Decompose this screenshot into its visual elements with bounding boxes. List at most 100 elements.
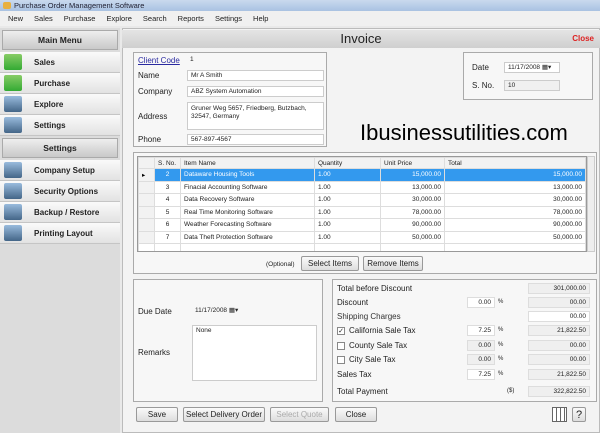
cell[interactable]: 78,000.00 bbox=[444, 205, 586, 219]
col-quantity[interactable]: Quantity bbox=[314, 157, 381, 169]
cell[interactable]: 7 bbox=[154, 230, 181, 244]
items-grid[interactable]: S. No. Item Name Quantity Unit Price Total ▸… bbox=[137, 156, 587, 252]
calculator-icon[interactable] bbox=[552, 407, 567, 422]
shipping-value[interactable]: 00.00 bbox=[528, 311, 590, 322]
row-selector[interactable] bbox=[138, 205, 155, 219]
cell[interactable]: 90,000.00 bbox=[444, 218, 586, 232]
menu-settings[interactable]: Settings bbox=[215, 11, 242, 26]
company-field[interactable]: ABZ System Automation bbox=[187, 86, 324, 97]
sidebar-item-printing-layout[interactable]: Printing Layout bbox=[0, 223, 120, 244]
client-code-field[interactable]: 1 bbox=[187, 55, 324, 66]
ca-checkbox[interactable]: ✓ bbox=[337, 326, 345, 335]
cell[interactable]: 1.00 bbox=[314, 205, 381, 219]
sidebar-item-purchase[interactable]: Purchase bbox=[0, 73, 120, 94]
discount-percent-field[interactable]: 0.00 bbox=[467, 297, 495, 308]
cell[interactable]: 13,000.00 bbox=[444, 180, 586, 194]
table-row[interactable]: 5 Real Time Monitoring Software 1.00 78,000… bbox=[138, 205, 586, 219]
select-delivery-order-button[interactable]: Select Delivery Order bbox=[183, 407, 265, 422]
calendar-icon[interactable]: ▦▾ bbox=[229, 307, 238, 314]
cell[interactable]: 5 bbox=[154, 205, 181, 219]
cell[interactable]: 3 bbox=[154, 180, 181, 194]
shipping-label-text: Shipping Charges bbox=[337, 312, 401, 321]
col-unit-price[interactable]: Unit Price bbox=[380, 157, 445, 169]
cell[interactable]: 13,000.00 bbox=[380, 180, 445, 194]
sales_tax-label-text: Sales Tax bbox=[337, 370, 372, 379]
col-total[interactable]: Total bbox=[444, 157, 586, 169]
row-header bbox=[138, 157, 155, 169]
cell[interactable]: 90,000.00 bbox=[380, 218, 445, 232]
cell[interactable]: 4 bbox=[154, 193, 181, 207]
page-title: Invoice bbox=[340, 31, 382, 46]
address-field[interactable]: Gruner Weg 5657, Friedberg, Butzbach, 32… bbox=[187, 102, 324, 130]
sales_tax-percent-field[interactable]: 7.25 bbox=[467, 369, 495, 380]
row-selector[interactable] bbox=[138, 180, 155, 194]
settings-heading: Settings bbox=[2, 138, 118, 158]
cell[interactable]: 30,000.00 bbox=[444, 193, 586, 207]
county-checkbox[interactable] bbox=[337, 341, 345, 350]
menu-help[interactable]: Help bbox=[253, 11, 268, 26]
remove-items-button[interactable]: Remove Items bbox=[363, 256, 423, 271]
printer-icon bbox=[4, 225, 22, 241]
cell[interactable]: 1.00 bbox=[314, 218, 381, 232]
sidebar-item-company-setup[interactable]: Company Setup bbox=[0, 160, 120, 181]
ca-percent-field[interactable]: 7.25 bbox=[467, 325, 495, 336]
menu-search[interactable]: Search bbox=[143, 11, 167, 26]
close-link[interactable]: Close bbox=[572, 30, 594, 48]
city-checkbox[interactable] bbox=[337, 355, 345, 364]
cell[interactable]: Dataware Housing Tools bbox=[180, 168, 315, 182]
sidebar-item-sales[interactable]: Sales bbox=[0, 52, 120, 73]
cell[interactable]: 1.00 bbox=[314, 193, 381, 207]
table-row[interactable]: 7 Data Theft Protection Software 1.00 50,00… bbox=[138, 230, 586, 244]
row-selector[interactable]: ▸ bbox=[138, 168, 155, 182]
table-row[interactable]: ▸ 2 Dataware Housing Tools 1.00 15,000.00 15,… bbox=[138, 168, 586, 182]
sales_tax-value: 21,822.50 bbox=[528, 369, 590, 380]
cell[interactable]: 50,000.00 bbox=[444, 230, 586, 244]
client-code-link[interactable]: Client Code bbox=[138, 56, 180, 65]
cell[interactable]: 78,000.00 bbox=[380, 205, 445, 219]
select-items-button[interactable]: Select Items bbox=[301, 256, 359, 271]
phone-field[interactable]: 567-897-4567 bbox=[187, 134, 324, 145]
menu-purchase[interactable]: Purchase bbox=[64, 11, 96, 26]
menu-sales[interactable]: Sales bbox=[34, 11, 53, 26]
sidebar-item-settings[interactable]: Settings bbox=[0, 115, 120, 136]
cell[interactable]: Finacial Accounting Software bbox=[180, 180, 315, 194]
cell[interactable]: 15,000.00 bbox=[444, 168, 586, 182]
row-selector[interactable] bbox=[138, 193, 155, 207]
cell[interactable]: 15,000.00 bbox=[380, 168, 445, 182]
cell[interactable]: Weather Forecasting Software bbox=[180, 218, 315, 232]
cell[interactable]: 2 bbox=[154, 168, 181, 182]
grid-scrollbar[interactable] bbox=[587, 156, 595, 252]
percent-sign: % bbox=[498, 371, 504, 377]
table-row[interactable]: 6 Weather Forecasting Software 1.00 90,000.… bbox=[138, 218, 586, 232]
cell[interactable]: Data Recovery Software bbox=[180, 193, 315, 207]
sidebar-item-backup-restore[interactable]: Backup / Restore bbox=[0, 202, 120, 223]
date-picker[interactable]: 11/17/2008 ▦▾ bbox=[504, 62, 560, 73]
col-sno[interactable]: S. No. bbox=[154, 157, 181, 169]
remarks-field[interactable]: None bbox=[192, 325, 317, 381]
name-field[interactable]: Mr A Smith bbox=[187, 70, 324, 81]
row-selector[interactable] bbox=[138, 218, 155, 232]
cell[interactable]: 1.00 bbox=[314, 180, 381, 194]
table-row[interactable]: 3 Finacial Accounting Software 1.00 13,000.… bbox=[138, 180, 586, 194]
menu-reports[interactable]: Reports bbox=[178, 11, 204, 26]
main-menu-heading: Main Menu bbox=[2, 30, 118, 50]
sidebar-item-explore[interactable]: Explore bbox=[0, 94, 120, 115]
cell[interactable]: 1.00 bbox=[314, 168, 381, 182]
row-selector[interactable] bbox=[138, 230, 155, 244]
cell[interactable]: 30,000.00 bbox=[380, 193, 445, 207]
menu-new[interactable]: New bbox=[8, 11, 23, 26]
table-row[interactable]: 4 Data Recovery Software 1.00 30,000.00 30,0… bbox=[138, 193, 586, 207]
help-button[interactable]: ? bbox=[572, 407, 586, 422]
menu-explore[interactable]: Explore bbox=[106, 11, 131, 26]
calendar-icon[interactable]: ▦▾ bbox=[542, 64, 551, 71]
cell[interactable]: 6 bbox=[154, 218, 181, 232]
sidebar-item-security-options[interactable]: Security Options bbox=[0, 181, 120, 202]
cell[interactable]: Data Theft Protection Software bbox=[180, 230, 315, 244]
cell[interactable]: Real Time Monitoring Software bbox=[180, 205, 315, 219]
cell[interactable]: 1.00 bbox=[314, 230, 381, 244]
col-item-name[interactable]: Item Name bbox=[180, 157, 315, 169]
save-button[interactable]: Save bbox=[136, 407, 178, 422]
due-date-picker[interactable]: 11/17/2008 ▦▾ bbox=[192, 306, 248, 317]
cell[interactable]: 50,000.00 bbox=[380, 230, 445, 244]
close-button[interactable]: Close bbox=[335, 407, 377, 422]
